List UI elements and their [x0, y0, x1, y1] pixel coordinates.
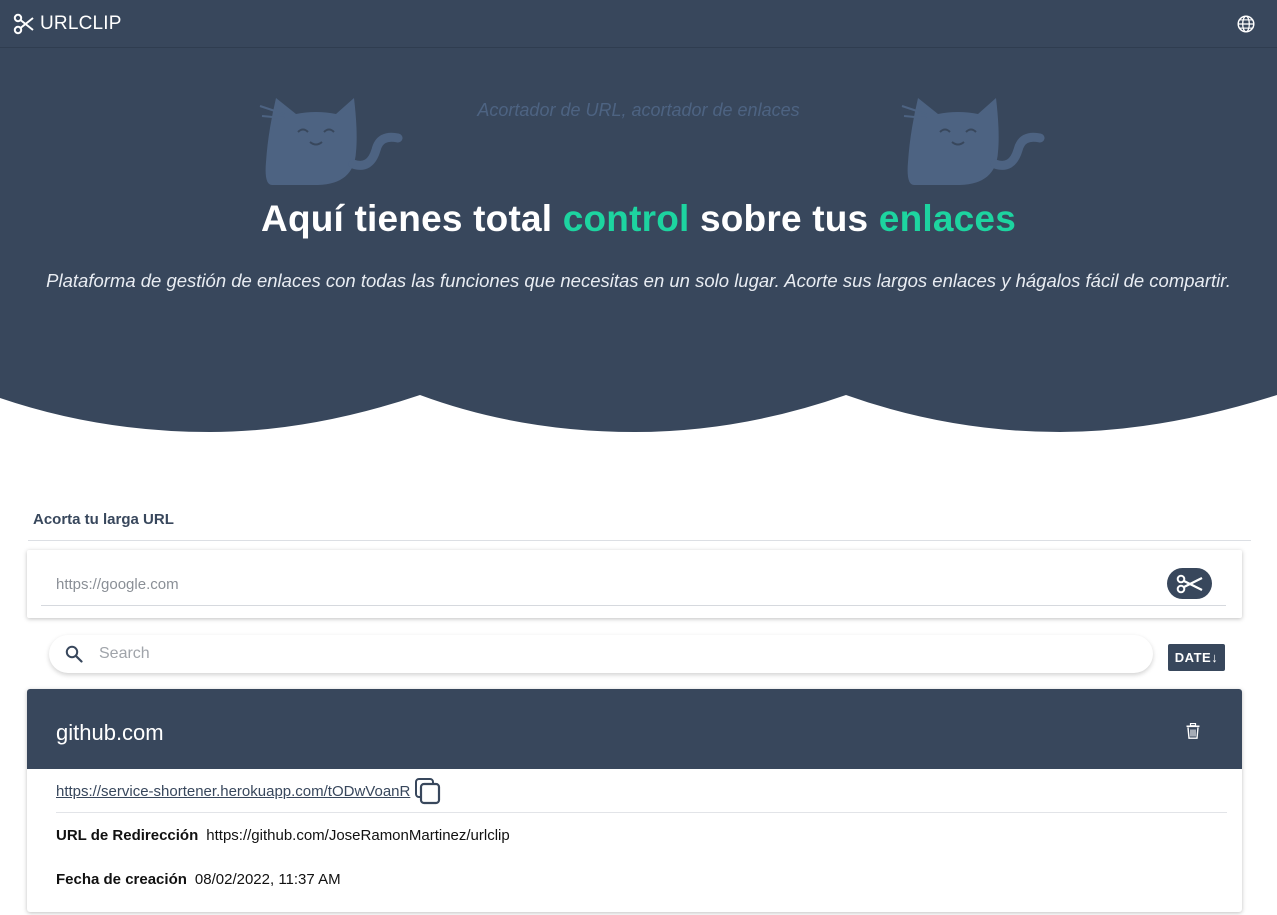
- hero-subtitle: Plataforma de gestión de enlaces con tod…: [46, 270, 1231, 291]
- headline-accent-control: control: [562, 198, 690, 239]
- section-divider: [28, 540, 1251, 541]
- search-input[interactable]: [99, 639, 1139, 669]
- short-url-link[interactable]: https://service-shortener.herokuapp.com/…: [56, 783, 410, 800]
- redirect-url: https://github.com/JoseRamonMartinez/url…: [206, 827, 510, 844]
- search-bar: [49, 635, 1153, 673]
- shortener-section-title: Acorta tu larga URL: [33, 511, 174, 528]
- redirect-label: URL de Redirección: [56, 827, 199, 844]
- hero-tagline: Acortador de URL, acortador de enlaces: [477, 100, 800, 120]
- brand-home-link[interactable]: URLCLIP: [12, 12, 122, 36]
- long-url-input[interactable]: [41, 564, 1226, 606]
- redirect-row: URL de Redirección https://github.com/Jos…: [56, 827, 510, 844]
- created-row: Fecha de creación 08/02/2022, 11:37 AM: [56, 871, 341, 888]
- headline-part: sobre tus: [689, 198, 879, 239]
- headline-accent-enlaces: enlaces: [878, 198, 1016, 239]
- globe-icon[interactable]: [1235, 13, 1257, 35]
- link-card-header: github.com: [27, 689, 1242, 769]
- hero-headline: Aquí tienes total control sobre tus enla…: [0, 198, 1277, 240]
- link-domain-title: github.com: [56, 720, 164, 745]
- top-navbar: URLCLIP: [0, 0, 1277, 48]
- headline-part: Aquí tienes total: [261, 198, 563, 239]
- copy-icon[interactable]: [414, 777, 442, 805]
- scissors-icon: [1176, 574, 1202, 593]
- link-card: github.com https://service-shortener.her…: [27, 689, 1242, 912]
- search-icon: [65, 645, 83, 663]
- shorten-button[interactable]: [1167, 568, 1212, 599]
- scissors-icon: [13, 13, 34, 34]
- trash-icon[interactable]: [1186, 723, 1200, 739]
- brand-name: URLCLIP: [40, 12, 122, 34]
- sort-by-date-button[interactable]: DATE↓: [1168, 644, 1225, 671]
- shortener-card: [27, 550, 1242, 618]
- card-divider: [56, 812, 1227, 813]
- created-date: 08/02/2022, 11:37 AM: [194, 871, 341, 888]
- created-label: Fecha de creación: [56, 871, 187, 888]
- hero-section: Acortador de URL, acortador de enlaces A…: [0, 48, 1277, 448]
